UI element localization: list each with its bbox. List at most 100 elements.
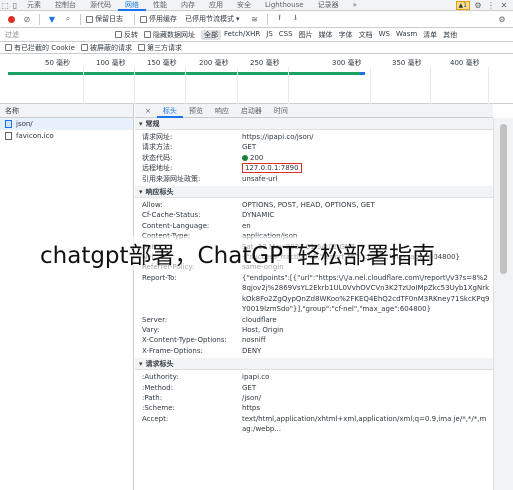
inspect-element-icon[interactable]: ⬚ (0, 0, 10, 11)
devtools-tab[interactable]: 安全 (230, 0, 258, 11)
timeline-tick-label: 350 毫秒 (392, 59, 422, 67)
hide-data-urls-box[interactable] (144, 31, 151, 38)
blocked-requests-box[interactable] (80, 44, 88, 51)
more-options-icon[interactable]: ⋮ (486, 0, 496, 11)
devtools-tab[interactable]: 网络 (118, 0, 146, 11)
type-filter-button[interactable]: Wasm (393, 30, 420, 40)
timeline-gridline (430, 67, 431, 104)
hide-data-urls-checkbox[interactable]: 隐藏数据网址 (144, 30, 195, 40)
type-filter-button[interactable]: WS (376, 30, 393, 40)
devtools-tab[interactable]: 源代码 (83, 0, 118, 11)
devtools-tab[interactable]: 元素 (20, 0, 48, 11)
header-row: Accept: text/html,application/xhtml+xml,a… (135, 414, 493, 435)
header-value: /json/ (242, 393, 490, 403)
network-settings-icon[interactable]: ⚙ (495, 12, 509, 26)
invert-box[interactable] (115, 31, 122, 38)
timeline-gridline (237, 67, 238, 104)
header-key: :Method: (142, 383, 173, 392)
wifi-icon[interactable]: ≋ (248, 12, 262, 26)
header-row: 请求方法: GET (135, 142, 493, 152)
third-party-box[interactable] (137, 44, 145, 51)
disable-cache-box[interactable] (140, 15, 147, 23)
header-key: 状态代码: (142, 153, 173, 162)
name-column-header[interactable]: 名称 (0, 104, 133, 118)
type-filter-button[interactable]: 文档 (356, 30, 376, 40)
timeline-tick-label: 300 毫秒 (332, 59, 362, 67)
details-tab[interactable]: 启动器 (235, 104, 268, 118)
scrollbar-thumb[interactable] (500, 124, 507, 274)
blocked-cookies-box[interactable] (5, 44, 12, 51)
type-filter-button[interactable]: 清单 (420, 30, 440, 40)
import-icon[interactable]: ⭱ (273, 12, 287, 26)
header-value-text: {"endpoints":[{"url":"https:\/\/a.nel.cl… (242, 273, 490, 314)
type-filter-button[interactable]: 字体 (336, 30, 356, 40)
timeline-tick-label: 250 毫秒 (250, 59, 280, 67)
devtools-top-actions: ▲1 ⚙ ⋮ ✕ (455, 0, 513, 11)
preserve-log-checkbox[interactable]: 保留日志 (86, 14, 123, 24)
timeline-gridline (370, 67, 371, 104)
request-list-item[interactable]: favicon.ico (0, 130, 133, 142)
blocked-cookies-label: 有已拦截的 Cookie (14, 43, 75, 52)
timeline-overview[interactable]: 50 毫秒 100 毫秒 150 毫秒 200 毫秒 250 毫秒 300 毫秒 350 毫… (0, 54, 513, 104)
request-headers-section-header[interactable]: ▾ 请求标头 (135, 358, 493, 371)
toolbar-divider (80, 13, 81, 25)
header-value: 200 (242, 153, 490, 163)
header-row: :Scheme: https (135, 403, 493, 413)
header-key: X-Content-Type-Options: (142, 336, 227, 345)
disable-cache-checkbox[interactable]: 停用缓存 (140, 14, 177, 24)
header-row: 请求网址: https://ipapi.co/json/ (135, 132, 493, 142)
type-filter-button[interactable]: CSS (276, 30, 296, 40)
warning-badge[interactable]: ▲1 (455, 0, 470, 10)
devtools-tab[interactable]: 内存 (174, 0, 202, 11)
device-toolbar-icon[interactable]: ▯ (10, 0, 20, 11)
details-tab[interactable]: 响应 (209, 104, 235, 118)
header-key: :Scheme: (142, 404, 175, 413)
search-icon[interactable]: ⌕ (61, 12, 75, 26)
type-filter-button[interactable]: Fetch/XHR (221, 30, 263, 40)
blocked-requests-checkbox[interactable]: 被屏蔽的请求 (80, 43, 132, 53)
response-headers-section-header[interactable]: ▾ 响应标头 (135, 186, 493, 199)
type-filter-button[interactable]: JS (263, 30, 276, 40)
devtools-tab[interactable]: 应用 (202, 0, 230, 11)
header-key: Content-Language: (142, 221, 210, 230)
header-key: 引用来源网址政策: (142, 174, 201, 183)
record-button[interactable] (4, 12, 18, 26)
more-tabs-button[interactable]: » (346, 0, 364, 11)
type-filter-button[interactable]: 媒体 (316, 30, 336, 40)
details-tab[interactable]: 预览 (183, 104, 209, 118)
third-party-checkbox[interactable]: 第三方请求 (137, 43, 182, 53)
clear-icon[interactable]: ⊘ (20, 12, 34, 26)
settings-gear-icon[interactable]: ⚙ (473, 0, 483, 11)
type-filter-button[interactable]: 其他 (440, 30, 460, 40)
filter-input[interactable]: 过滤 (5, 30, 115, 40)
response-headers-title: 响应标头 (145, 187, 174, 196)
header-key: 请求网址: (142, 133, 173, 141)
timeline-request-bar (8, 72, 360, 75)
throttle-select[interactable]: 已停用节流模式 ▾ (185, 14, 240, 24)
type-filter-button[interactable]: 全部 (201, 29, 221, 40)
filter-icon[interactable]: ▼ (45, 12, 59, 26)
devtools-tab[interactable]: Lighthouse (258, 0, 311, 11)
close-devtools-icon[interactable]: ✕ (499, 0, 509, 11)
devtools-tab[interactable]: 控制台 (48, 0, 83, 11)
details-tab[interactable]: 标头 (156, 104, 183, 118)
file-icon (5, 120, 12, 128)
type-filter-button[interactable]: 图片 (296, 30, 316, 40)
devtools-tab[interactable]: 性能 (146, 0, 174, 11)
timeline-gridline (185, 67, 186, 104)
invert-checkbox[interactable]: 反转 (115, 30, 138, 40)
header-value-text: https://ipapi.co/json/ (242, 133, 314, 141)
preserve-log-box[interactable] (86, 15, 93, 23)
blocked-cookies-checkbox[interactable]: 有已拦截的 Cookie (5, 43, 75, 53)
header-key: Report-To: (142, 273, 177, 282)
request-list-item[interactable]: json/ (0, 118, 133, 130)
details-tab[interactable]: 时间 (268, 104, 294, 118)
header-key: :Path: (142, 393, 163, 402)
header-value: DYNAMIC (242, 210, 490, 220)
details-scrollbar[interactable] (493, 118, 513, 490)
export-icon[interactable]: ⭳ (289, 12, 303, 26)
header-key: 远程地址: (142, 164, 173, 173)
close-details-button[interactable]: × (139, 104, 157, 118)
devtools-tab[interactable]: 记录器 (311, 0, 346, 11)
general-section-header[interactable]: ▾ 常规 (135, 118, 493, 130)
